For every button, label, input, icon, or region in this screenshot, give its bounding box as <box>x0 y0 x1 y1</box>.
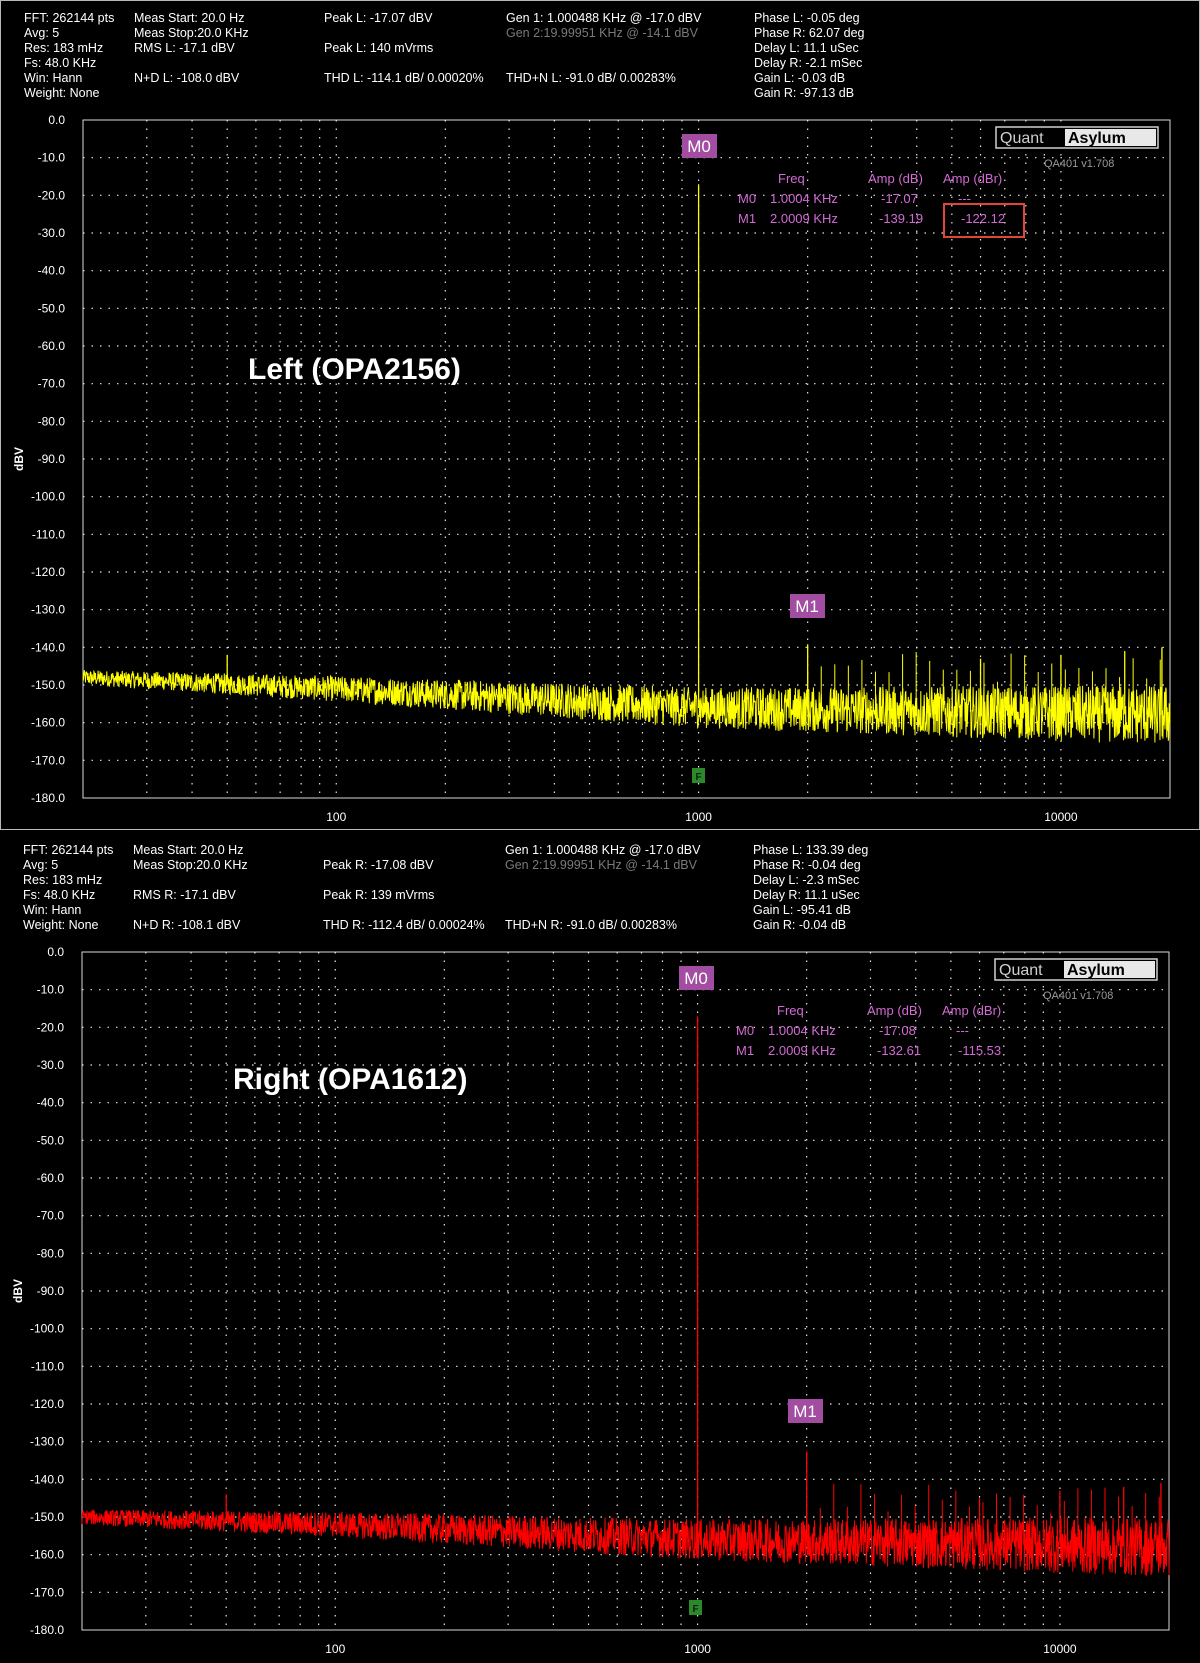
header-freq: Freq <box>778 171 805 186</box>
x-tick-label: 1000 <box>684 1642 711 1656</box>
y-tick-label: -150.0 <box>31 678 65 692</box>
quantasylum-logo: Quant Asylum QA401 v1.708 <box>995 126 1159 170</box>
y-tick-label: -20.0 <box>38 188 66 202</box>
right-spectrum-plot: 0.0 -10.0 -20.0 -30.0 -40.0 -50.0 -60.0 -70.0 -8… <box>11 945 1170 1656</box>
y-axis-label: dBV <box>11 1279 25 1303</box>
y-tick-label: -140.0 <box>30 1472 64 1486</box>
y-tick-label: -60.0 <box>38 339 66 353</box>
version-label: QA401 v1.708 <box>1044 158 1114 170</box>
header-amp: Amp (dB) <box>867 1003 922 1018</box>
left-channel-panel: FFT: 262144 pts Avg: 5 Res: 183 mHz Fs: … <box>0 0 1200 830</box>
y-tick-label: -20.0 <box>37 1020 65 1034</box>
y-tick-label: -110.0 <box>32 527 65 541</box>
y-tick-label: -170.0 <box>31 753 65 767</box>
logo-asylum: Asylum <box>1068 130 1126 147</box>
marker-m0[interactable]: M0 <box>679 966 714 990</box>
y-tick-label: -130.0 <box>31 603 65 617</box>
m0-row-freq: 1.0004 KHz <box>770 191 838 206</box>
f-marker[interactable]: F <box>689 1600 702 1615</box>
m0-row-name: M0 <box>738 191 756 206</box>
x-tick-label: 10000 <box>1044 810 1078 824</box>
quantasylum-logo: Quant Asylum QA401 v1.708 <box>994 958 1158 1002</box>
m1-row-ampr: -122.12 <box>961 211 1005 226</box>
x-tick-label: 10000 <box>1043 1642 1077 1656</box>
m0-row-amp: -17.08 <box>879 1023 916 1038</box>
marker-m0-label: M0 <box>687 137 711 156</box>
y-tick-label: -50.0 <box>37 1133 65 1147</box>
marker-m0[interactable]: M0 <box>682 134 717 158</box>
marker-m0-label: M0 <box>684 969 708 988</box>
y-tick-label: -30.0 <box>38 226 66 240</box>
y-tick-label: -90.0 <box>38 452 66 466</box>
x-tick-label: 100 <box>325 1642 345 1656</box>
m1-row-ampr: -115.53 <box>958 1043 1001 1058</box>
y-tick-label: -90.0 <box>37 1284 65 1298</box>
y-tick-label: -30.0 <box>37 1058 65 1072</box>
y-tick-label: 0.0 <box>48 113 65 127</box>
marker-m1-label: M1 <box>795 597 819 616</box>
y-tick-label: -70.0 <box>37 1209 65 1223</box>
header-amp: Amp (dB) <box>868 171 923 186</box>
marker-table: Freq Amp (dB) Amp (dBr) M0 1.0004 KHz -1… <box>736 1003 1001 1058</box>
y-tick-label: -160.0 <box>30 1548 64 1562</box>
y-tick-label: -160.0 <box>31 716 65 730</box>
x-tick-label: 1000 <box>685 810 712 824</box>
y-tick-label: -120.0 <box>31 565 65 579</box>
marker-m1[interactable]: M1 <box>788 1399 823 1423</box>
logo-quant: Quant <box>999 962 1043 979</box>
left-spectrum-plot: 0.0 -10.0 -20.0 -30.0 -40.0 -50.0 -60.0 -70.0 -8… <box>12 113 1171 824</box>
y-tick-label: -110.0 <box>31 1359 64 1373</box>
f-marker[interactable]: F <box>692 768 705 783</box>
channel-title: Right (OPA1612) <box>233 1063 467 1096</box>
y-tick-label: -180.0 <box>31 791 65 805</box>
logo-asylum: Asylum <box>1067 962 1125 979</box>
y-tick-label: -50.0 <box>38 301 66 315</box>
m1-row-name: M1 <box>738 211 756 226</box>
m0-row-amp: -17.07 <box>881 191 918 206</box>
marker-m1-label: M1 <box>793 1402 817 1421</box>
right-channel-panel: FFT: 262144 pts Avg: 5 Res: 183 mHz Fs: … <box>0 833 1200 1663</box>
y-tick-label: -130.0 <box>30 1435 64 1449</box>
f-marker-label: F <box>692 1604 698 1615</box>
m0-row-freq: 1.0004 KHz <box>768 1023 836 1038</box>
channel-title: Left (OPA2156) <box>248 353 461 386</box>
right-trace <box>81 1509 1170 1576</box>
x-tick-label: 100 <box>326 810 346 824</box>
left-trace <box>82 669 1171 743</box>
logo-quant: Quant <box>1000 130 1044 147</box>
header-ampr: Amp (dBr) <box>943 171 1002 186</box>
y-tick-label: -170.0 <box>30 1585 64 1599</box>
y-tick-label: -120.0 <box>30 1397 64 1411</box>
y-axis-label: dBV <box>12 447 26 471</box>
marker-m1[interactable]: M1 <box>790 594 825 618</box>
y-tick-label: -40.0 <box>38 264 66 278</box>
m1-row-amp: -132.61 <box>877 1043 921 1058</box>
marker-table: Freq Amp (dB) Amp (dBr) M0 1.0004 KHz -1… <box>738 171 1025 238</box>
y-tick-label: -80.0 <box>37 1246 65 1260</box>
f-marker-label: F <box>695 772 701 783</box>
y-tick-label: -100.0 <box>31 490 65 504</box>
m0-row-name: M0 <box>736 1023 754 1038</box>
y-tick-label: -40.0 <box>37 1096 65 1110</box>
y-tick-label: -140.0 <box>31 640 65 654</box>
y-tick-label: 0.0 <box>47 945 64 959</box>
m1-row-freq: 2.0009 KHz <box>768 1043 836 1058</box>
m1-row-name: M1 <box>736 1043 754 1058</box>
y-tick-label: -60.0 <box>37 1171 65 1185</box>
m1-row-freq: 2.0009 KHz <box>770 211 838 226</box>
m0-row-ampr: --- <box>956 1023 969 1038</box>
y-tick-label: -80.0 <box>38 414 66 428</box>
y-tick-label: -180.0 <box>30 1623 64 1637</box>
y-tick-label: -100.0 <box>30 1322 64 1336</box>
header-ampr: Amp (dBr) <box>942 1003 1001 1018</box>
y-tick-label: -10.0 <box>38 151 66 165</box>
y-tick-label: -70.0 <box>38 377 66 391</box>
version-label: QA401 v1.708 <box>1043 990 1113 1002</box>
y-tick-label: -10.0 <box>37 983 65 997</box>
header-freq: Freq <box>777 1003 804 1018</box>
m1-row-amp: -139.19 <box>879 211 923 226</box>
y-tick-label: -150.0 <box>30 1510 64 1524</box>
